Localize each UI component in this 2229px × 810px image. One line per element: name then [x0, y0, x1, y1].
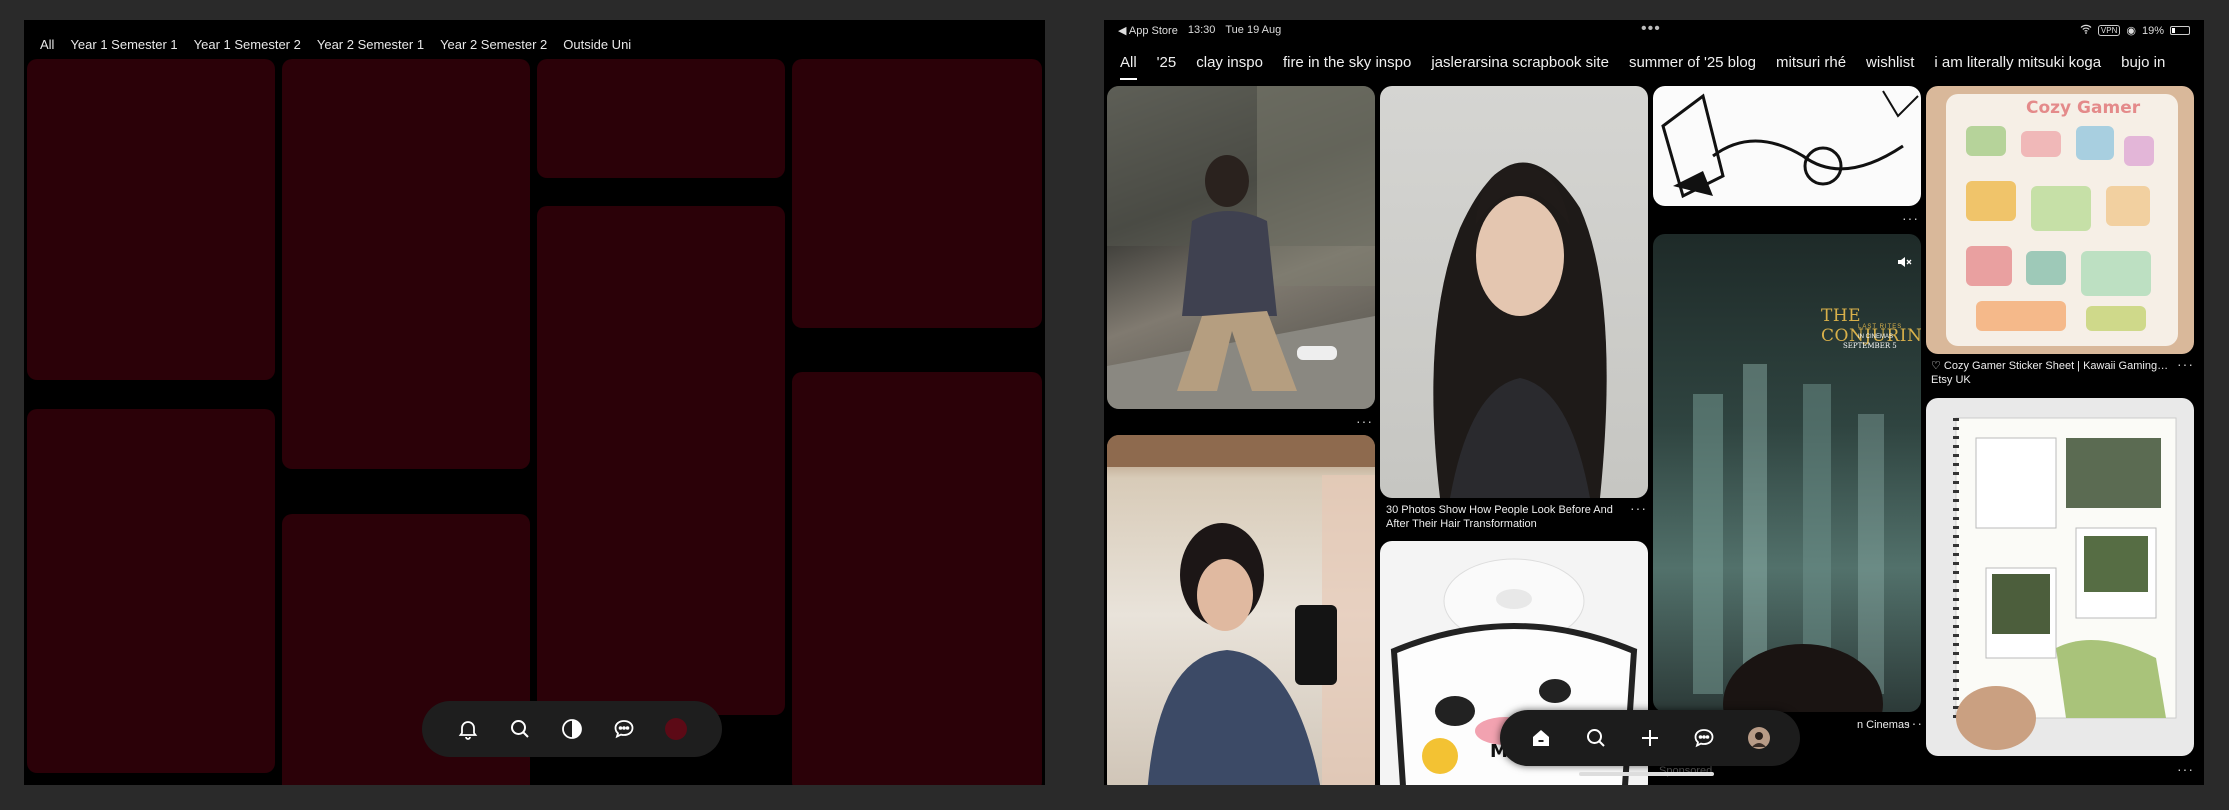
street-photo-image — [1107, 86, 1375, 409]
status-time: 13:30 — [1187, 24, 1216, 36]
board-card[interactable] — [537, 206, 785, 715]
profile-avatar[interactable] — [1741, 720, 1777, 756]
board-card[interactable] — [537, 59, 785, 178]
battery-percent: 19% — [2141, 24, 2164, 37]
pin-mirror-selfie[interactable] — [1107, 435, 1375, 785]
search-icon[interactable] — [505, 714, 535, 744]
hair-pin-caption[interactable]: 30 Photos Show How People Look Before An… — [1386, 503, 1626, 531]
tab-year1-sem1[interactable]: Year 1 Semester 1 — [62, 29, 185, 61]
sticker-sheet-image — [1946, 94, 2178, 346]
pin-scrapbook-journal[interactable] — [1926, 398, 2194, 756]
avatar[interactable] — [661, 714, 691, 744]
board-card[interactable] — [792, 372, 1042, 785]
pin-cozy-gamer-stickers[interactable]: Cozy Gamer — [1926, 86, 2194, 354]
pin-more-button[interactable]: ··· — [2177, 356, 2194, 372]
pin-more-button[interactable]: ··· — [1630, 500, 1647, 516]
back-to-app-store[interactable]: ◀ App Store — [1118, 24, 1178, 37]
pin-street-photo[interactable] — [1107, 86, 1375, 409]
home-icon[interactable] — [1523, 720, 1559, 756]
conjuring-subtitle: LAST RITES — [1858, 324, 1903, 330]
vpn-badge: VPN — [2097, 25, 2121, 36]
right-pinterest-panel: ◀ App Store 13:30 Tue 19 Aug ••• VPN ◉ 1… — [1104, 20, 2204, 785]
tab-mitsuki-koga[interactable]: i am literally mitsuki koga — [1924, 52, 2111, 80]
conjuring-release-date: SEPTEMBER 5 — [1843, 342, 1897, 350]
plus-icon[interactable] — [1632, 720, 1668, 756]
conjuring-in-cinemas: IN CINEMAS — [1858, 334, 1894, 340]
board-tabs: All Year 1 Semester 1 Year 1 Semester 2 … — [32, 29, 639, 62]
sticker-sheet-banner: Cozy Gamer — [2026, 98, 2141, 118]
home-indicator — [1579, 772, 1714, 776]
pin-hair-transformation[interactable] — [1380, 86, 1648, 498]
tab-outside-uni[interactable]: Outside Uni — [555, 29, 639, 61]
left-board-panel: All Year 1 Semester 1 Year 1 Semester 2 … — [24, 20, 1045, 785]
multitask-dots-icon[interactable]: ••• — [1641, 20, 1661, 38]
chat-icon[interactable] — [609, 714, 639, 744]
manga-sketch-image — [1661, 90, 1919, 199]
wifi-icon — [2080, 24, 2092, 37]
sticker-pin-title[interactable]: ♡ Cozy Gamer Sticker Sheet | Kawaii Gami… — [1931, 359, 2181, 373]
battery-icon — [2170, 26, 2190, 35]
mirror-selfie-image — [1107, 435, 1375, 785]
pin-more-button[interactable]: ··· — [1906, 715, 1923, 731]
tab-fire-in-the-sky[interactable]: fire in the sky inspo — [1273, 52, 1421, 80]
sticker-pin-source[interactable]: Etsy UK — [1931, 373, 1971, 387]
tab-clay-inspo[interactable]: clay inspo — [1186, 52, 1273, 80]
focus-icon: ◉ — [2126, 25, 2136, 37]
tab-mitsuri[interactable]: mitsuri rhé — [1766, 52, 1856, 80]
mute-icon[interactable] — [1896, 254, 1912, 270]
pin-more-button[interactable]: ··· — [2177, 761, 2194, 777]
tab-all[interactable]: All — [32, 29, 62, 62]
bottom-dock — [422, 701, 722, 757]
board-card[interactable] — [27, 59, 275, 380]
tab-summer-blog[interactable]: summer of '25 blog — [1619, 52, 1766, 80]
avatar-circle — [665, 718, 687, 740]
status-date: Tue 19 Aug — [1225, 24, 1282, 36]
chat-icon[interactable] — [1686, 720, 1722, 756]
tab-wishlist[interactable]: wishlist — [1856, 52, 1924, 80]
pin-manga-sketch[interactable] — [1653, 86, 1921, 206]
scrapbook-journal-image — [1953, 417, 2177, 750]
bottom-tab-bar — [1500, 710, 1800, 766]
tab-25[interactable]: '25 — [1147, 52, 1187, 80]
search-icon[interactable] — [1578, 720, 1614, 756]
pin-conjuring-ad[interactable]: THE CONJURING LAST RITES IN CINEMAS SEPT… — [1653, 234, 1921, 712]
board-card[interactable] — [792, 59, 1042, 328]
tab-year2-sem1[interactable]: Year 2 Semester 1 — [309, 29, 432, 61]
tab-year2-sem2[interactable]: Year 2 Semester 2 — [432, 29, 555, 61]
board-card[interactable] — [282, 59, 530, 469]
tab-all[interactable]: All — [1110, 52, 1147, 80]
board-tabs: All '25 clay inspo fire in the sky inspo… — [1110, 52, 2175, 80]
pin-more-button[interactable]: ··· — [1356, 413, 1373, 429]
tab-scrapbook-site[interactable]: jaslerarsina scrapbook site — [1421, 52, 1619, 80]
conjuring-caption[interactable]: n Cinemas — [1857, 718, 1910, 732]
hair-portrait-image — [1433, 162, 1607, 498]
status-bar: ◀ App Store 13:30 Tue 19 Aug ••• VPN ◉ 1… — [1104, 20, 2204, 40]
bell-icon[interactable] — [453, 714, 483, 744]
tab-year1-sem2[interactable]: Year 1 Semester 2 — [186, 29, 309, 61]
tab-bujo[interactable]: bujo in — [2111, 52, 2175, 80]
pin-more-button[interactable]: ··· — [1902, 210, 1919, 226]
contrast-icon[interactable] — [557, 714, 587, 744]
board-card[interactable] — [27, 409, 275, 773]
